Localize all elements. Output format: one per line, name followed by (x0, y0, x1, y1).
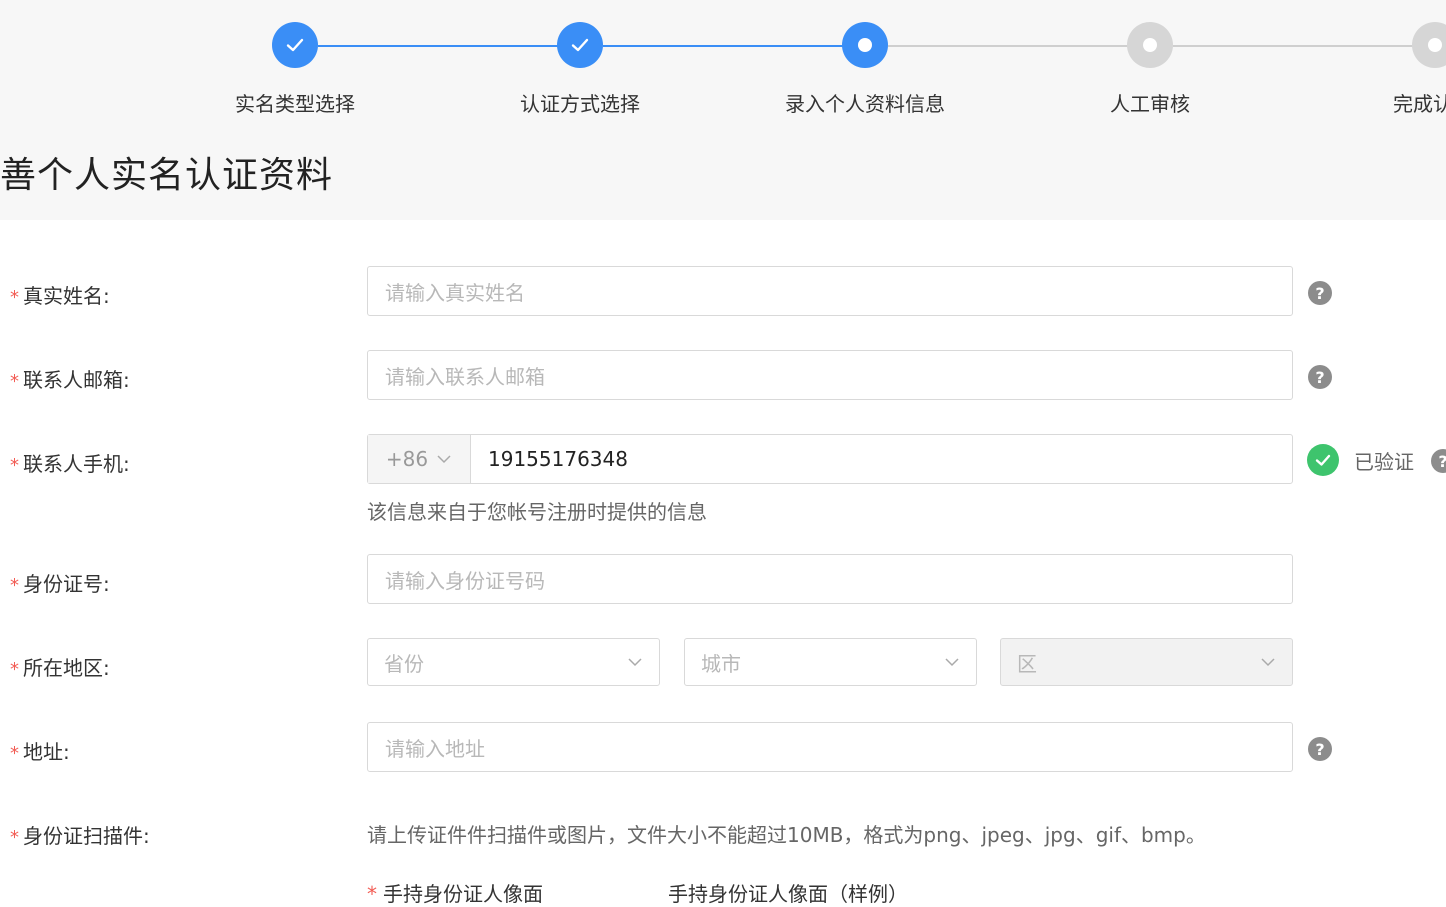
name-input[interactable]: 请输入真实姓名 (367, 266, 1293, 316)
required-marker: * (10, 575, 19, 596)
required-marker: * (10, 371, 19, 392)
id-scan-sub-label: * 手持身份证人像面 (367, 878, 543, 907)
required-marker: * (10, 287, 19, 308)
step-label-text: 完成认 (1393, 92, 1446, 116)
required-marker: * (10, 743, 19, 764)
step-3-current (842, 22, 888, 68)
required-marker: * (367, 882, 377, 906)
chevron-down-icon (628, 658, 642, 667)
chevron-down-icon (437, 455, 451, 464)
check-icon (571, 38, 589, 52)
email-label-text: 联系人邮箱: (23, 368, 130, 392)
name-label: * 真实姓名: (10, 280, 110, 309)
dot-icon (858, 38, 872, 52)
email-label: * 联系人邮箱: (10, 364, 130, 393)
province-select[interactable]: 省份 (367, 638, 660, 686)
step-connector (888, 45, 1128, 47)
step-connector (603, 45, 843, 47)
check-icon (286, 38, 304, 52)
dot-icon (1143, 38, 1157, 52)
step-4-todo (1127, 22, 1173, 68)
page-title: 善个人实名认证资料 (0, 155, 334, 196)
address-input[interactable]: 请输入地址 (367, 722, 1293, 772)
email-placeholder: 请输入联系人邮箱 (385, 364, 545, 389)
name-placeholder: 请输入真实姓名 (385, 280, 525, 305)
step-2-done (557, 22, 603, 68)
required-marker: * (10, 455, 19, 476)
step-label: 完成认 (1393, 88, 1446, 117)
step-label: 认证方式选择 (520, 92, 640, 116)
dot-icon (1428, 38, 1442, 52)
province-value: 省份 (384, 651, 424, 676)
city-select[interactable]: 城市 (684, 638, 977, 686)
district-select[interactable]: 区 (1000, 638, 1293, 686)
address-placeholder: 请输入地址 (385, 736, 485, 761)
id-scan-hint: 请上传证件件扫描件或图片，文件大小不能超过10MB，格式为png、jpeg、jp… (367, 823, 1206, 847)
address-label-text: 地址: (23, 740, 70, 764)
chevron-down-icon (945, 658, 959, 667)
check-circle-icon (1307, 444, 1339, 476)
step-1-done (272, 22, 318, 68)
id-scan-label-text: 身份证扫描件: (23, 824, 150, 848)
country-code-select: +86 (368, 435, 471, 483)
id-number-placeholder: 请输入身份证号码 (385, 568, 545, 593)
question-circle-icon[interactable]: ? (1308, 281, 1332, 305)
id-number-input[interactable]: 请输入身份证号码 (367, 554, 1293, 604)
step-label: 人工审核 (1110, 92, 1190, 116)
phone-label: * 联系人手机: (10, 448, 130, 477)
id-number-label: * 身份证号: (10, 568, 110, 597)
question-circle-icon[interactable]: ? (1431, 449, 1446, 473)
id-scan-sample-label: 手持身份证人像面（样例） (668, 882, 908, 906)
step-label: 录入个人资料信息 (785, 92, 945, 116)
question-circle-icon[interactable]: ? (1308, 737, 1332, 761)
required-marker: * (10, 659, 19, 680)
phone-hint: 该信息来自于您帐号注册时提供的信息 (367, 500, 707, 524)
phone-label-text: 联系人手机: (23, 452, 130, 476)
city-value: 城市 (701, 651, 741, 676)
district-value: 区 (1017, 651, 1037, 676)
chevron-down-icon (1261, 658, 1275, 667)
step-label: 实名类型选择 (235, 92, 355, 116)
question-circle-icon[interactable]: ? (1308, 365, 1332, 389)
region-label-text: 所在地区: (23, 656, 110, 680)
email-input[interactable]: 请输入联系人邮箱 (367, 350, 1293, 400)
region-label: * 所在地区: (10, 652, 110, 681)
phone-value: 19155176348 (488, 447, 628, 471)
step-connector (318, 45, 558, 47)
required-marker: * (10, 827, 19, 848)
name-label-text: 真实姓名: (23, 284, 110, 308)
verified-status: 已验证 (1354, 450, 1414, 474)
id-scan-label: * 身份证扫描件: (10, 820, 150, 849)
step-connector (1173, 45, 1413, 47)
address-label: * 地址: (10, 736, 70, 765)
country-code: +86 (385, 447, 429, 471)
id-number-label-text: 身份证号: (23, 572, 110, 596)
phone-input: +86 19155176348 (367, 434, 1293, 484)
id-scan-sub-label-text: 手持身份证人像面 (383, 882, 543, 906)
